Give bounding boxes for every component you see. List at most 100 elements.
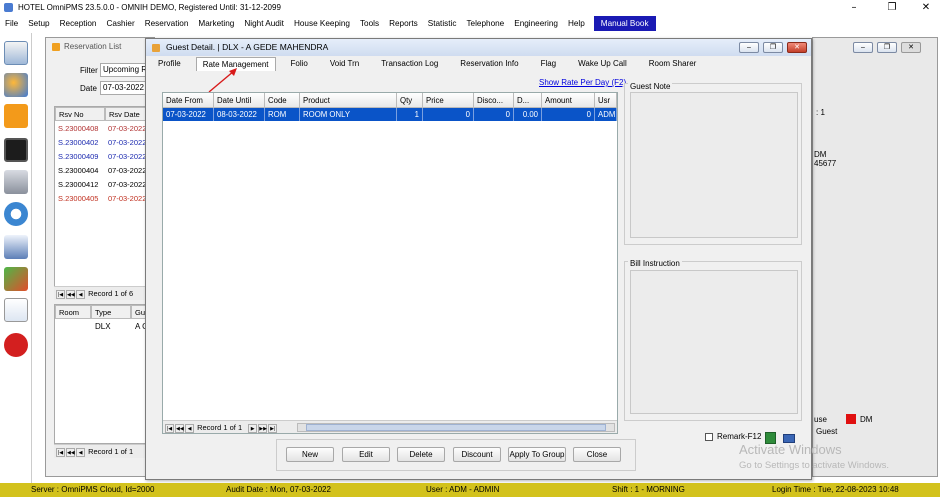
- col-code[interactable]: Code: [265, 93, 300, 108]
- calendar-icon[interactable]: [4, 138, 28, 162]
- menu-reception[interactable]: Reception: [55, 16, 102, 31]
- col-amount[interactable]: Amount: [542, 93, 595, 108]
- cell-date-from[interactable]: 07-03-2022: [163, 108, 214, 121]
- cell-d[interactable]: 0.00: [514, 108, 542, 121]
- server-icon[interactable]: [4, 170, 28, 194]
- menu-house-keeping[interactable]: House Keeping: [289, 16, 355, 31]
- menu-reports[interactable]: Reports: [384, 16, 423, 31]
- dialog-close-icon[interactable]: ✕: [787, 42, 807, 53]
- nav-prev-icon[interactable]: ◀: [76, 289, 85, 299]
- bg-restore-icon[interactable]: ❐: [877, 42, 897, 53]
- users-icon[interactable]: [4, 73, 28, 97]
- col-discount[interactable]: Disco...: [474, 93, 514, 108]
- bg-close-icon[interactable]: ✕: [901, 42, 921, 53]
- cell-product[interactable]: ROOM ONLY: [300, 108, 397, 121]
- cart-icon[interactable]: [4, 235, 28, 259]
- housekeeping-icon[interactable]: [4, 202, 28, 226]
- chart-icon[interactable]: [4, 267, 28, 291]
- rsv-no-cell[interactable]: S.23000408: [58, 124, 98, 133]
- bg-minimize-icon[interactable]: –: [853, 42, 873, 53]
- rsv-no-cell[interactable]: S.23000404: [58, 166, 98, 175]
- dialog-restore-icon[interactable]: ❐: [763, 42, 783, 53]
- rsv-date-cell[interactable]: 07-03-2022: [108, 180, 146, 189]
- tab-room-sharer[interactable]: Room Sharer: [642, 57, 704, 71]
- guest-note-field[interactable]: [630, 92, 798, 238]
- cell-date-until[interactable]: 08-03-2022: [214, 108, 265, 121]
- col-type[interactable]: Type: [91, 305, 131, 319]
- rsv-date-cell[interactable]: 07-03-2022: [108, 138, 146, 147]
- rsv-no-cell[interactable]: S.23000405: [58, 194, 98, 203]
- remark-checkbox[interactable]: [705, 433, 713, 441]
- room-nav-prev-page-icon[interactable]: ◀◀: [66, 447, 75, 457]
- show-rate-per-day-link[interactable]: Show Rate Per Day (F2): [539, 78, 626, 87]
- rate-nav-next-icon[interactable]: ▶: [248, 423, 258, 433]
- rsv-date-cell[interactable]: 07-03-2022: [108, 124, 146, 133]
- restore-icon[interactable]: ❐: [878, 0, 906, 15]
- rsv-no-cell[interactable]: S.23000402: [58, 138, 98, 147]
- cell-usr[interactable]: ADM: [595, 108, 617, 121]
- notepad-icon[interactable]: [4, 41, 28, 65]
- menu-file[interactable]: File: [0, 16, 23, 31]
- col-usr[interactable]: Usr: [595, 93, 617, 108]
- menu-night-audit[interactable]: Night Audit: [239, 16, 289, 31]
- rate-nav-next-page-icon[interactable]: ▶▶: [258, 423, 268, 433]
- menu-tools[interactable]: Tools: [355, 16, 384, 31]
- col-room[interactable]: Room: [55, 305, 91, 319]
- rsv-date-cell[interactable]: 07-03-2022: [108, 166, 146, 175]
- col-date-from[interactable]: Date From: [163, 93, 214, 108]
- horizontal-scrollbar[interactable]: [297, 423, 615, 432]
- col-product[interactable]: Product: [300, 93, 397, 108]
- room-nav-prev-icon[interactable]: ◀: [76, 447, 85, 457]
- tab-wake-up-call[interactable]: Wake Up Call: [571, 57, 634, 71]
- nav-prev-page-icon[interactable]: ◀◀: [66, 289, 75, 299]
- cell-discount[interactable]: 0: [474, 108, 514, 121]
- bill-instruction-field[interactable]: [630, 270, 798, 414]
- rate-nav-first-icon[interactable]: |◀: [165, 423, 174, 433]
- col-rsv-no[interactable]: Rsv No: [55, 107, 105, 121]
- cell-qty[interactable]: 1: [397, 108, 423, 121]
- rsv-date-cell[interactable]: 07-03-2022: [108, 194, 146, 203]
- apply-to-group-button[interactable]: Apply To Group: [508, 447, 566, 462]
- report-icon[interactable]: [4, 298, 28, 322]
- cell-price[interactable]: 0: [423, 108, 474, 121]
- menu-engineering[interactable]: Engineering: [509, 16, 563, 31]
- rate-nav-prev-icon[interactable]: ◀: [185, 423, 194, 433]
- menu-cashier[interactable]: Cashier: [101, 16, 139, 31]
- new-button[interactable]: New: [286, 447, 334, 462]
- tab-transaction-log[interactable]: Transaction Log: [374, 57, 445, 71]
- menu-setup[interactable]: Setup: [23, 16, 54, 31]
- close-icon[interactable]: ✕: [912, 0, 940, 15]
- menu-telephone[interactable]: Telephone: [461, 16, 509, 31]
- reception-icon[interactable]: [4, 104, 28, 128]
- scroll-thumb[interactable]: [306, 424, 606, 431]
- rate-nav-prev-page-icon[interactable]: ◀◀: [175, 423, 184, 433]
- menu-marketing[interactable]: Marketing: [193, 16, 239, 31]
- room-type-cell[interactable]: DLX: [95, 322, 111, 331]
- nav-first-icon[interactable]: |◀: [56, 289, 65, 299]
- col-price[interactable]: Price: [423, 93, 474, 108]
- rsv-date-cell[interactable]: 07-03-2022: [108, 152, 146, 161]
- cell-code[interactable]: ROM: [265, 108, 300, 121]
- col-d[interactable]: D...: [514, 93, 542, 108]
- rsv-no-cell[interactable]: S.23000412: [58, 180, 98, 189]
- tab-reservation-info[interactable]: Reservation Info: [453, 57, 525, 71]
- power-icon[interactable]: [4, 333, 28, 357]
- cell-amount[interactable]: 0: [542, 108, 595, 121]
- discount-button[interactable]: Discount: [453, 447, 501, 462]
- delete-button[interactable]: Delete: [397, 447, 445, 462]
- menu-manual-book[interactable]: Manual Book: [593, 16, 656, 31]
- tab-flag[interactable]: Flag: [534, 57, 564, 71]
- edit-button[interactable]: Edit: [342, 447, 390, 462]
- tab-folio[interactable]: Folio: [284, 57, 315, 71]
- rsv-no-cell[interactable]: S.23000409: [58, 152, 98, 161]
- rate-nav-last-icon[interactable]: ▶|: [268, 423, 278, 433]
- menu-statistic[interactable]: Statistic: [423, 16, 462, 31]
- col-qty[interactable]: Qty: [397, 93, 423, 108]
- menu-help[interactable]: Help: [563, 16, 590, 31]
- minimize-icon[interactable]: –: [840, 0, 868, 15]
- dialog-minimize-icon[interactable]: –: [739, 42, 759, 53]
- menu-reservation[interactable]: Reservation: [140, 16, 194, 31]
- room-nav-first-icon[interactable]: |◀: [56, 447, 65, 457]
- tab-void-trn[interactable]: Void Trn: [323, 57, 366, 71]
- col-date-until[interactable]: Date Until: [214, 93, 265, 108]
